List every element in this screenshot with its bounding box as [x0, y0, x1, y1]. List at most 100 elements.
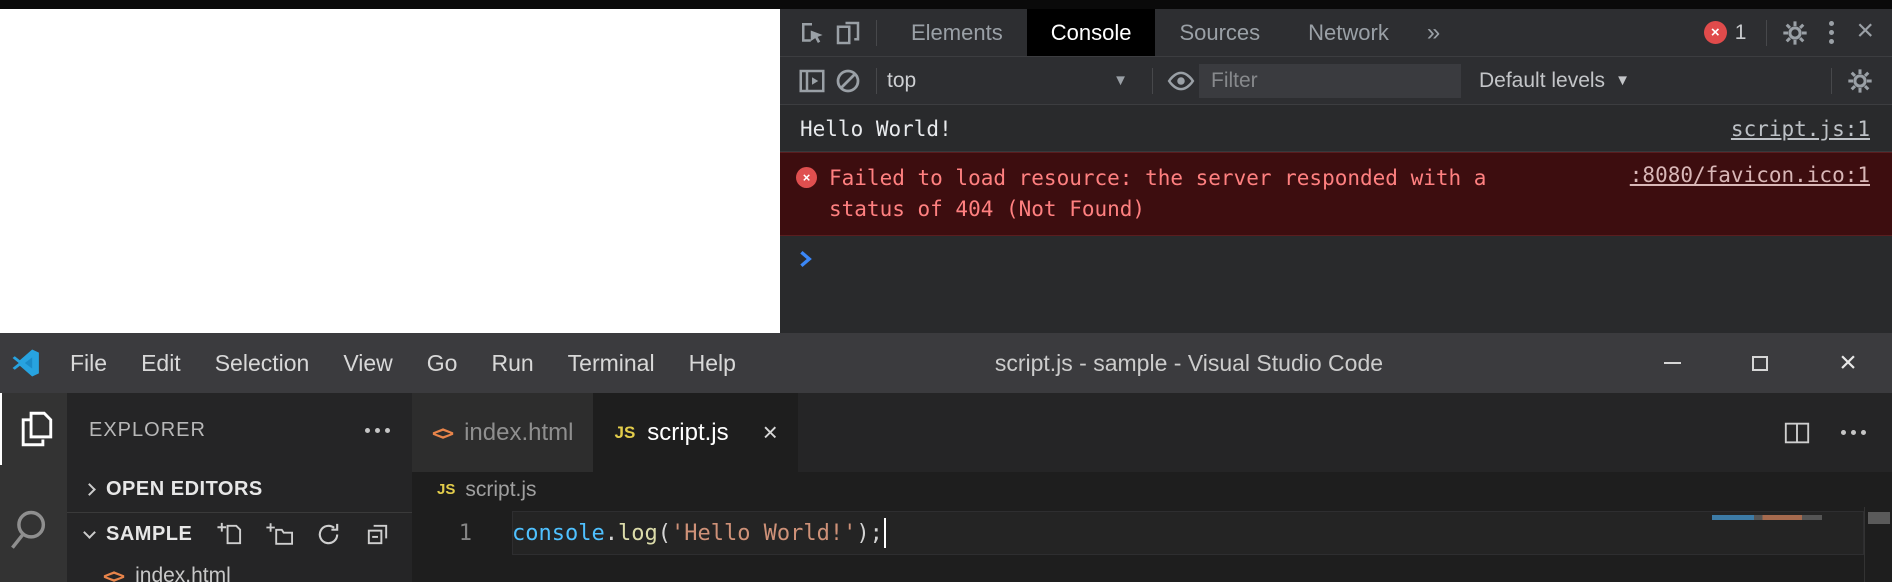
- explorer-more-icon[interactable]: [365, 428, 390, 433]
- error-badge[interactable]: × 1: [1704, 21, 1747, 45]
- line-number: 1: [412, 521, 512, 546]
- divider: [1766, 20, 1767, 46]
- menu-bar: File Edit Selection View Go Run Terminal…: [56, 350, 750, 377]
- new-file-icon[interactable]: [216, 521, 243, 548]
- tab-network[interactable]: Network: [1284, 9, 1413, 56]
- settings-gear-icon[interactable]: [1777, 15, 1813, 51]
- search-activity-button[interactable]: [0, 493, 67, 565]
- chevron-down-icon: [83, 526, 96, 539]
- explorer-activity-button[interactable]: [0, 393, 67, 465]
- editor-tabbar: <> index.html JS script.js ×: [412, 393, 1892, 472]
- window-top-edge: [0, 0, 1892, 9]
- html-file-icon: <>: [103, 564, 123, 582]
- console-error-text: Failed to load resource: the server resp…: [829, 163, 1529, 225]
- log-levels-dropdown[interactable]: Default levels ▼: [1479, 69, 1630, 93]
- inspect-element-icon[interactable]: [794, 15, 830, 51]
- scrollbar-thumb[interactable]: [1868, 512, 1890, 524]
- folder-name: SAMPLE: [106, 523, 192, 546]
- file-item-index-html[interactable]: <> index.html: [67, 556, 412, 582]
- console-prompt[interactable]: [780, 236, 1892, 268]
- log-levels-value: Default levels: [1479, 69, 1605, 93]
- chevron-down-icon: ▼: [1615, 72, 1630, 89]
- devtools-menu-icon[interactable]: [1813, 21, 1850, 44]
- breadcrumb-file: script.js: [465, 478, 536, 502]
- devtools-tabbar: Elements Console Sources Network » × 1 ×: [780, 9, 1892, 57]
- activity-bar: [0, 393, 67, 582]
- js-file-icon: JS: [614, 423, 635, 443]
- menu-go[interactable]: Go: [413, 350, 472, 377]
- menu-view[interactable]: View: [329, 350, 406, 377]
- divider: [1152, 68, 1153, 94]
- open-editors-section[interactable]: OPEN EDITORS: [67, 467, 412, 512]
- error-source-link[interactable]: :8080/favicon.ico:1: [1630, 163, 1870, 187]
- console-source-link[interactable]: script.js:1: [1731, 117, 1870, 141]
- console-sidebar-icon[interactable]: [794, 63, 830, 99]
- editor-scrollbar[interactable]: [1864, 507, 1892, 582]
- console-log-row: Hello World! script.js:1: [780, 105, 1892, 152]
- error-icon: ×: [796, 167, 817, 188]
- code-token: (: [658, 521, 671, 546]
- folder-section[interactable]: SAMPLE: [67, 512, 412, 556]
- menu-help[interactable]: Help: [675, 350, 750, 377]
- explorer-title: EXPLORER: [89, 419, 206, 442]
- menu-run[interactable]: Run: [477, 350, 547, 377]
- close-button[interactable]: ×: [1804, 333, 1892, 393]
- vscode-titlebar[interactable]: File Edit Selection View Go Run Terminal…: [0, 333, 1892, 393]
- menu-selection[interactable]: Selection: [201, 350, 324, 377]
- context-selector[interactable]: top ▼: [887, 69, 1142, 93]
- explorer-sidebar: EXPLORER OPEN EDITORS SAMPLE: [67, 393, 412, 582]
- tab-label: index.html: [464, 419, 573, 447]
- editor-group: <> index.html JS script.js ×: [412, 393, 1892, 582]
- device-toolbar-icon[interactable]: [830, 15, 866, 51]
- split-editor-icon[interactable]: [1783, 419, 1811, 447]
- minimize-icon: [1664, 362, 1681, 364]
- tab-console[interactable]: Console: [1027, 9, 1156, 56]
- browser-viewport[interactable]: [0, 9, 780, 333]
- menu-terminal[interactable]: Terminal: [554, 350, 669, 377]
- new-folder-icon[interactable]: [265, 521, 293, 548]
- prompt-chevron-icon: [798, 250, 816, 268]
- code-line-1[interactable]: 1 console.log('Hello World!');: [412, 511, 1892, 555]
- editor-actions: [1783, 393, 1892, 472]
- minimap-code-line: [1712, 515, 1822, 520]
- tab-script-js[interactable]: JS script.js ×: [594, 393, 797, 472]
- minimize-button[interactable]: [1628, 333, 1716, 393]
- open-editors-label: OPEN EDITORS: [106, 478, 263, 501]
- filter-input[interactable]: [1199, 64, 1461, 98]
- file-name: index.html: [135, 564, 231, 582]
- menu-file[interactable]: File: [56, 350, 121, 377]
- minimap[interactable]: [1708, 507, 1864, 582]
- console-settings-gear-icon[interactable]: [1842, 63, 1878, 99]
- breadcrumb[interactable]: JS script.js: [412, 472, 1892, 507]
- text-cursor: [884, 518, 886, 548]
- devtools-panel: Elements Console Sources Network » × 1 ×: [780, 9, 1892, 333]
- code-token: log: [618, 521, 658, 546]
- more-tabs-icon[interactable]: »: [1413, 19, 1454, 47]
- code-editor[interactable]: 1 console.log('Hello World!');: [412, 507, 1892, 582]
- console-messages: Hello World! script.js:1 × Failed to loa…: [780, 105, 1892, 268]
- code-token: console: [512, 521, 605, 546]
- tab-elements[interactable]: Elements: [887, 9, 1027, 56]
- folder-actions: [216, 521, 391, 548]
- editor-more-icon[interactable]: [1841, 430, 1866, 435]
- refresh-icon[interactable]: [315, 521, 342, 548]
- devtools-close-icon[interactable]: ×: [1850, 14, 1892, 52]
- eye-icon[interactable]: [1163, 63, 1199, 99]
- divider: [876, 68, 877, 94]
- tab-index-html[interactable]: <> index.html: [412, 393, 594, 472]
- tab-sources[interactable]: Sources: [1155, 9, 1284, 56]
- chevron-down-icon: ▼: [1113, 72, 1142, 89]
- menu-edit[interactable]: Edit: [127, 350, 195, 377]
- screen: Elements Console Sources Network » × 1 ×: [0, 0, 1892, 582]
- error-badge-icon: ×: [1704, 21, 1727, 44]
- explorer-header: EXPLORER: [67, 393, 412, 467]
- js-file-icon: JS: [437, 481, 455, 498]
- console-toolbar: top ▼ Default levels ▼: [780, 57, 1892, 105]
- maximize-button[interactable]: [1716, 333, 1804, 393]
- context-selector-value: top: [887, 69, 916, 93]
- html-file-icon: <>: [432, 421, 452, 445]
- clear-console-icon[interactable]: [830, 63, 866, 99]
- collapse-all-icon[interactable]: [364, 521, 391, 548]
- tab-close-icon[interactable]: ×: [763, 417, 778, 448]
- tab-label: script.js: [647, 419, 728, 447]
